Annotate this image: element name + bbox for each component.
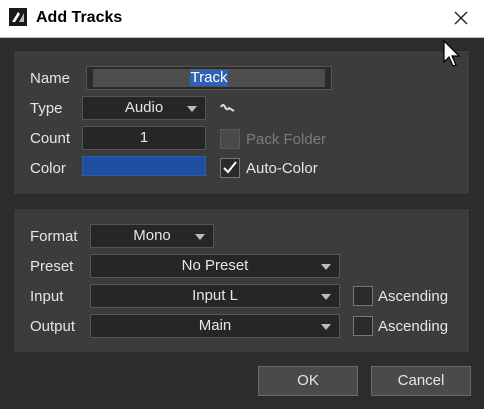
preset-value: No Preset [181, 257, 249, 274]
chevron-down-icon [321, 294, 331, 300]
checkmark-icon [223, 161, 237, 174]
input-dropdown[interactable]: Input L [90, 284, 340, 308]
color-label: Color [30, 160, 66, 177]
chevron-down-icon [187, 106, 197, 112]
app-icon [9, 8, 27, 26]
output-dropdown[interactable]: Main [90, 314, 340, 338]
name-field[interactable]: Track [86, 66, 332, 90]
pack-folder-checkbox[interactable] [220, 129, 240, 149]
output-ascending-checkbox[interactable] [353, 316, 373, 336]
type-value: Audio [124, 99, 164, 116]
close-icon [454, 11, 468, 25]
ok-button[interactable]: OK [258, 366, 358, 396]
input-ascending-label: Ascending [378, 288, 449, 305]
output-ascending-label: Ascending [378, 318, 449, 335]
cancel-button[interactable]: Cancel [371, 366, 471, 396]
name-value: Track [189, 69, 229, 86]
count-label: Count [30, 130, 71, 147]
type-label: Type [30, 100, 63, 117]
pack-folder-label: Pack Folder [246, 131, 327, 148]
close-button[interactable] [444, 3, 478, 33]
input-label: Input [30, 288, 64, 305]
name-label: Name [30, 70, 71, 87]
waveform-icon[interactable] [220, 102, 236, 114]
chevron-down-icon [321, 264, 331, 270]
input-ascending-checkbox[interactable] [353, 286, 373, 306]
count-field[interactable]: 1 [82, 126, 206, 150]
output-label: Output [30, 318, 76, 335]
input-value: Input L [192, 287, 238, 304]
format-value: Mono [133, 227, 171, 244]
window-title: Add Tracks [36, 9, 123, 26]
preset-label: Preset [30, 258, 74, 275]
chevron-down-icon [195, 234, 205, 240]
output-value: Main [198, 317, 232, 334]
format-label: Format [30, 228, 78, 245]
format-dropdown[interactable]: Mono [90, 224, 214, 248]
type-dropdown[interactable]: Audio [82, 96, 206, 120]
mouse-pointer-icon [443, 40, 461, 67]
chevron-down-icon [321, 324, 331, 330]
count-value: 1 [139, 129, 149, 146]
title-bar: Add Tracks [0, 0, 484, 38]
preset-dropdown[interactable]: No Preset [90, 254, 340, 278]
auto-color-checkbox[interactable] [220, 158, 240, 178]
color-swatch[interactable] [82, 156, 206, 176]
auto-color-label: Auto-Color [246, 160, 318, 177]
